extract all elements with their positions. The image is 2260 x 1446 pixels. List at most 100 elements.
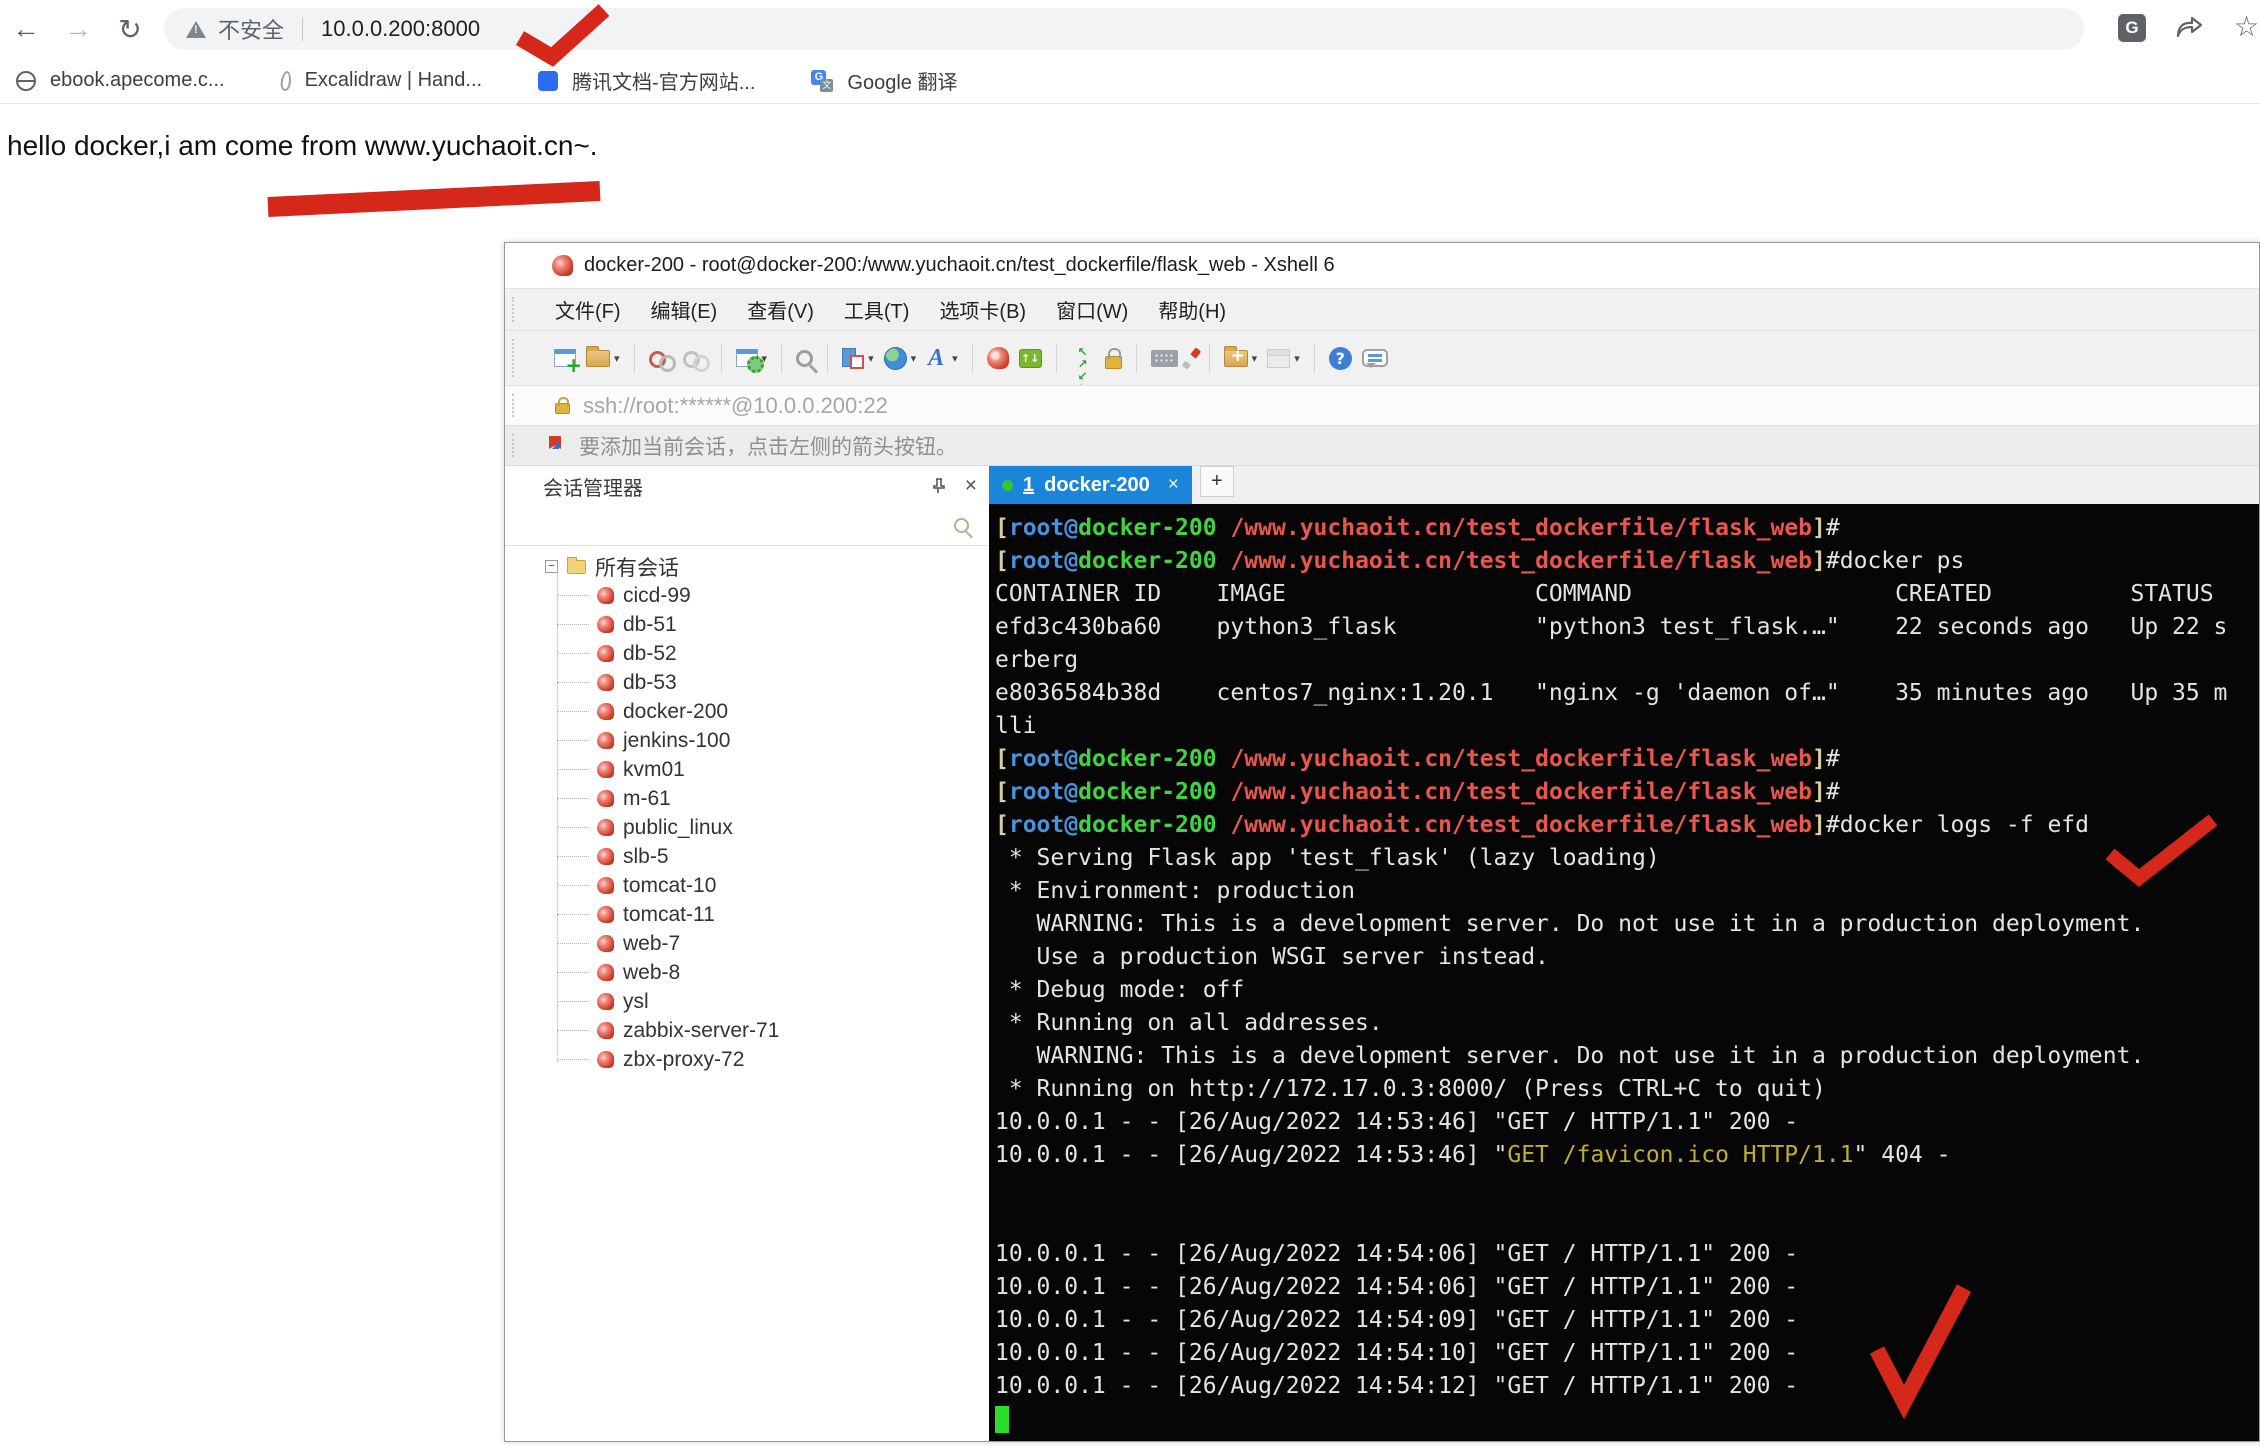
keyboard-icon[interactable] bbox=[1151, 350, 1178, 367]
not-secure-warning-icon[interactable] bbox=[186, 21, 206, 38]
chevron-down-icon[interactable]: ▾ bbox=[1252, 352, 1258, 365]
session-item[interactable]: tomcat-11 bbox=[505, 900, 989, 929]
menu-item[interactable]: 文件(F) bbox=[555, 295, 621, 324]
xshell-session-icon bbox=[597, 645, 614, 662]
terminal-line: 10.0.0.1 - - [26/Aug/2022 14:54:09] "GET… bbox=[995, 1304, 2259, 1337]
close-panel-icon[interactable]: × bbox=[965, 477, 977, 495]
session-item[interactable]: web-7 bbox=[505, 929, 989, 958]
xshell-session-icon bbox=[597, 616, 614, 633]
balloon-icon[interactable] bbox=[1362, 349, 1388, 367]
terminal-line bbox=[995, 1205, 2259, 1238]
browser-toolbar: ← → ↻ 不安全 10.0.0.200:8000 G ☆ bbox=[0, 0, 2260, 58]
xshell-session-icon bbox=[597, 790, 614, 807]
session-item[interactable]: cicd-99 bbox=[505, 581, 989, 610]
bookmark-label: Excalidraw | Hand... bbox=[305, 69, 483, 92]
security-label: 不安全 bbox=[218, 13, 284, 45]
session-item[interactable]: kvm01 bbox=[505, 755, 989, 784]
find-icon[interactable] bbox=[796, 350, 813, 367]
chevron-down-icon[interactable]: ▾ bbox=[614, 352, 620, 365]
globe-icon[interactable]: ▾ bbox=[884, 347, 917, 370]
bookmark-item[interactable]: ebook.apecome.c... bbox=[16, 69, 225, 92]
session-label: jenkins-100 bbox=[623, 729, 730, 753]
font-icon[interactable]: ▾ bbox=[926, 346, 958, 370]
bookmark-item[interactable]: Excalidraw | Hand... bbox=[281, 69, 483, 92]
menu-item[interactable]: 帮助(H) bbox=[1158, 295, 1226, 324]
globe-icon bbox=[16, 71, 36, 91]
session-tree: − 所有会话 cicd-99db-51 db-52 db-53 docker-200 j… bbox=[505, 546, 989, 1441]
session-item[interactable]: web-8 bbox=[505, 958, 989, 987]
menu-item[interactable]: 工具(T) bbox=[844, 295, 910, 324]
menu-item[interactable]: 编辑(E) bbox=[651, 295, 718, 324]
session-item[interactable]: tomcat-10 bbox=[505, 871, 989, 900]
bookmark-item[interactable]: 腾讯文档-官方网站... bbox=[538, 66, 755, 95]
menu-item[interactable]: 查看(V) bbox=[747, 295, 814, 324]
session-manager-header: 会话管理器 × bbox=[505, 466, 989, 506]
session-label: db-52 bbox=[623, 642, 677, 666]
terminal-line: * Environment: production bbox=[995, 875, 2259, 908]
layout-icon[interactable]: ▾ bbox=[842, 348, 874, 369]
forward-icon[interactable]: → bbox=[52, 13, 104, 45]
session-root-folder[interactable]: − 所有会话 bbox=[505, 552, 989, 581]
session-properties-icon[interactable]: ▾ bbox=[736, 349, 768, 367]
menu-item[interactable]: 窗口(W) bbox=[1056, 295, 1128, 324]
terminal-line: lli bbox=[995, 710, 2259, 743]
session-search-input[interactable] bbox=[525, 515, 954, 536]
session-item[interactable]: slb-5 bbox=[505, 842, 989, 871]
bookmark-label: ebook.apecome.c... bbox=[50, 69, 225, 92]
session-item[interactable]: db-53 bbox=[505, 668, 989, 697]
terminal-output[interactable]: [root@docker-200 /www.yuchaoit.cn/test_d… bbox=[989, 504, 2259, 1441]
bookmark-star-icon[interactable]: ☆ bbox=[2234, 10, 2259, 43]
session-item[interactable]: m-61 bbox=[505, 784, 989, 813]
terminal-line: WARNING: This is a development server. D… bbox=[995, 908, 2259, 941]
chevron-down-icon[interactable]: ▾ bbox=[911, 352, 917, 365]
session-item[interactable]: db-52 bbox=[505, 639, 989, 668]
panel-icon[interactable]: ▾ bbox=[1267, 349, 1300, 368]
bookmark-item[interactable]: Google 翻译 bbox=[811, 66, 957, 95]
chevron-down-icon[interactable]: ▾ bbox=[868, 352, 874, 365]
session-label: docker-200 bbox=[623, 700, 728, 724]
disconnect-icon[interactable] bbox=[649, 348, 673, 368]
session-label: db-53 bbox=[623, 671, 677, 695]
url-text[interactable]: 10.0.0.200:8000 bbox=[321, 16, 480, 42]
xshell-session-icon bbox=[597, 877, 614, 894]
xftp-icon[interactable] bbox=[1019, 349, 1042, 368]
help-icon[interactable] bbox=[1329, 347, 1352, 370]
xshell-icon[interactable] bbox=[987, 347, 1009, 369]
tab-close-icon[interactable]: × bbox=[1168, 474, 1179, 496]
reload-icon[interactable]: ↻ bbox=[104, 13, 156, 46]
flag-icon[interactable] bbox=[549, 436, 564, 455]
fullscreen-icon[interactable] bbox=[1071, 346, 1095, 370]
address-bar[interactable]: 不安全 10.0.0.200:8000 bbox=[164, 8, 2084, 50]
xshell-session-icon bbox=[597, 906, 614, 923]
session-item[interactable]: public_linux bbox=[505, 813, 989, 842]
highlighter-icon[interactable] bbox=[1188, 347, 1195, 370]
chevron-down-icon[interactable]: ▾ bbox=[1294, 352, 1300, 365]
session-item[interactable]: docker-200 bbox=[505, 697, 989, 726]
ssh-address-bar[interactable]: ssh://root:******@10.0.0.200:22 bbox=[505, 385, 2259, 425]
xshell-session-icon bbox=[597, 819, 614, 836]
new-folder-icon[interactable]: ▾ bbox=[1224, 350, 1258, 367]
back-icon[interactable]: ← bbox=[0, 13, 52, 45]
session-label: cicd-99 bbox=[623, 584, 691, 608]
terminal-line: [root@docker-200 /www.yuchaoit.cn/test_d… bbox=[995, 512, 2259, 545]
chevron-down-icon[interactable]: ▾ bbox=[952, 352, 958, 365]
session-item[interactable]: ysl bbox=[505, 987, 989, 1016]
menu-item[interactable]: 选项卡(B) bbox=[939, 295, 1026, 324]
session-item[interactable]: db-51 bbox=[505, 610, 989, 639]
terminal-line: [root@docker-200 /www.yuchaoit.cn/test_d… bbox=[995, 743, 2259, 776]
new-session-icon[interactable] bbox=[554, 349, 576, 367]
session-label: tomcat-11 bbox=[623, 903, 715, 927]
search-icon[interactable] bbox=[954, 518, 969, 533]
xshell-titlebar: docker-200 - root@docker-200:/www.yuchao… bbox=[505, 243, 2259, 288]
reconnect-icon[interactable] bbox=[683, 348, 707, 368]
lock-icon[interactable] bbox=[1105, 347, 1122, 369]
translate-extension-icon[interactable]: G bbox=[2118, 14, 2146, 42]
pin-icon[interactable] bbox=[929, 477, 947, 495]
open-folder-icon[interactable]: ▾ bbox=[586, 350, 620, 367]
new-tab-button[interactable]: + bbox=[1200, 466, 1234, 497]
session-item[interactable]: zbx-proxy-72 bbox=[505, 1045, 989, 1074]
tab-docker-200[interactable]: 1 docker-200 × bbox=[989, 466, 1192, 504]
session-item[interactable]: zabbix-server-71 bbox=[505, 1016, 989, 1045]
session-item[interactable]: jenkins-100 bbox=[505, 726, 989, 755]
share-icon[interactable] bbox=[2174, 14, 2204, 42]
